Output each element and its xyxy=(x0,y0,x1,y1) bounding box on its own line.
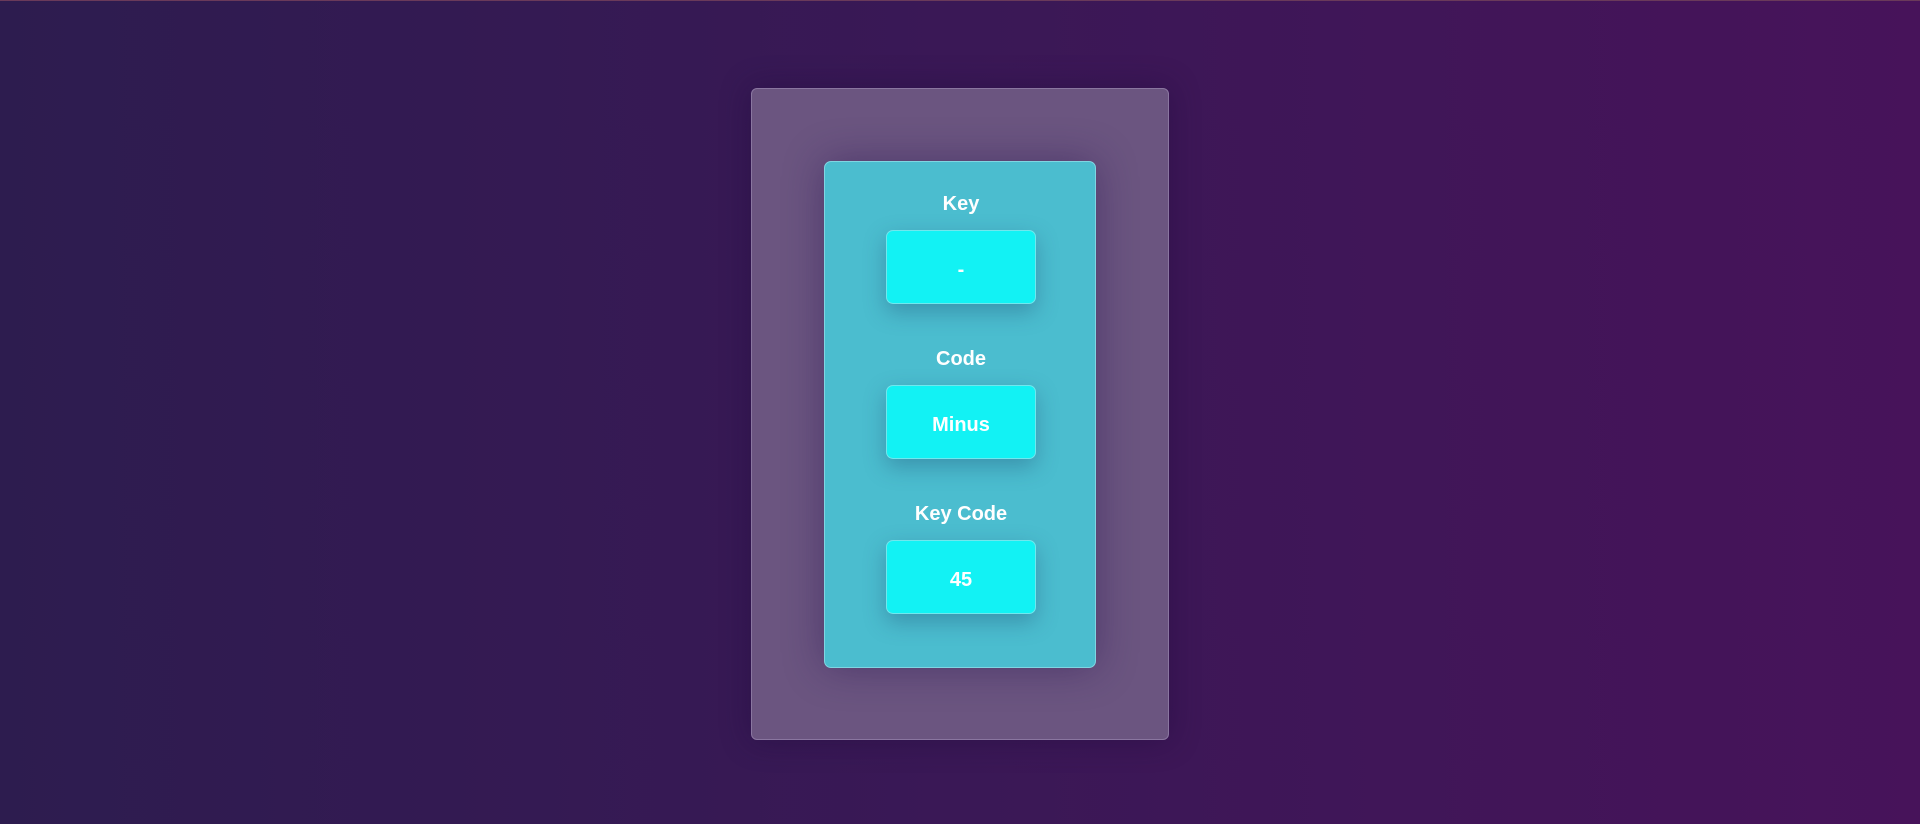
top-border-line xyxy=(0,0,1920,1)
key-value-box: - xyxy=(886,230,1036,304)
key-label: Key xyxy=(942,193,980,215)
code-value-box: Minus xyxy=(886,385,1036,459)
key-code-field: Key Code 45 xyxy=(825,502,1097,614)
code-field: Code Minus xyxy=(825,347,1097,459)
key-code-value-box: 45 xyxy=(886,540,1036,614)
code-label: Code xyxy=(936,348,986,370)
key-info-card: Key - Code Minus Key Code 45 xyxy=(824,161,1096,668)
key-code-label: Key Code xyxy=(914,503,1008,525)
key-field: Key - xyxy=(825,192,1097,304)
